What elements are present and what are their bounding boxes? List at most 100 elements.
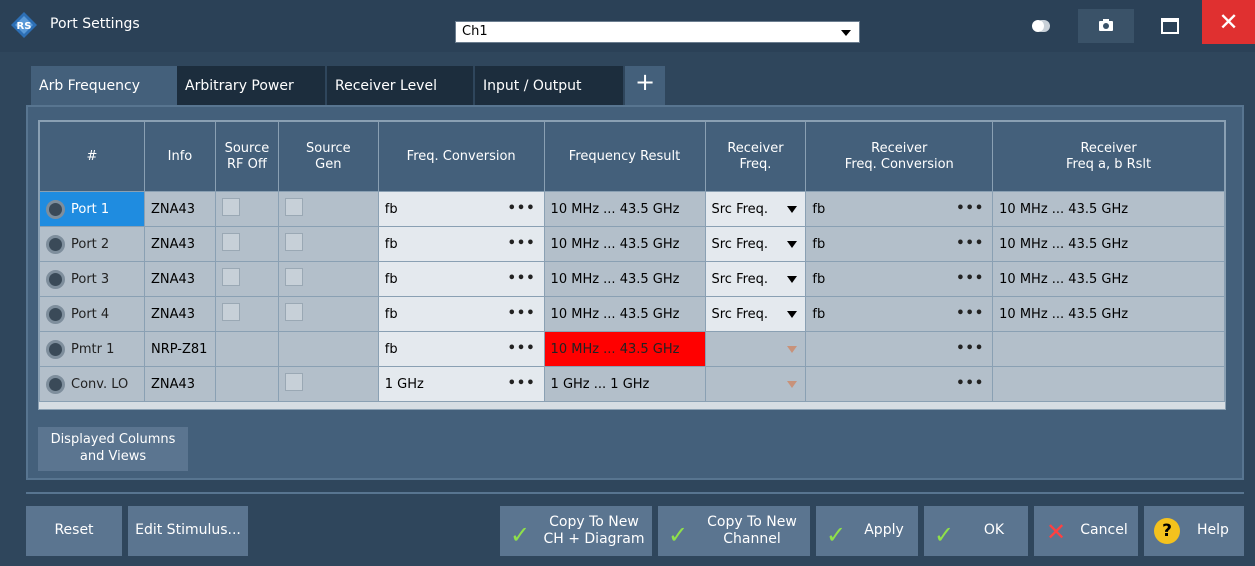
receiver-freq-conversion-cell[interactable]: fb ••• [805,296,994,332]
column-header-source-gen[interactable]: Source Gen [277,121,379,192]
port-indicator-icon [46,374,65,394]
table-row[interactable]: Pmtr 1 NRP-Z81 fb ••• 10 MHz ... 43.5 GHz… [39,331,1225,367]
more-icon[interactable]: ••• [508,271,536,286]
freq-conversion-cell[interactable]: 1 GHz ••• [377,366,545,402]
source-rf-off-checkbox[interactable] [221,268,240,286]
more-icon[interactable]: ••• [956,306,984,321]
title-bar: RS Port Settings Ch1 ✕ [0,0,1255,52]
cancel-button[interactable]: ✕ Cancel [1034,506,1138,556]
add-tab-button[interactable]: + [625,66,665,106]
source-rf-off-cell[interactable] [214,191,279,227]
port-name: Port 2 [71,236,110,252]
more-icon[interactable]: ••• [956,201,984,216]
source-rf-off-cell [214,331,279,367]
source-gen-cell[interactable] [277,261,379,297]
more-icon[interactable]: ••• [508,236,536,251]
column-header-freq-conversion[interactable]: Freq. Conversion [377,121,545,192]
source-gen-checkbox[interactable] [284,303,303,321]
receiver-freq-select[interactable]: Src Freq. [704,191,807,227]
more-icon[interactable]: ••• [508,376,536,391]
receiver-freq-conversion-cell[interactable]: fb ••• [805,226,994,262]
table-row[interactable]: Port 3 ZNA43 fb ••• 10 MHz ... 43.5 GHz S… [39,261,1225,297]
copy-to-new-ch-diagram-button[interactable]: ✓ Copy To New CH + Diagram [500,506,652,556]
column-header-source-rf-off[interactable]: Source RF Off [214,121,279,192]
column-header-receiver-freq-conversion[interactable]: Receiver Freq. Conversion [805,121,994,192]
row-header-cell[interactable]: Port 4 [39,296,145,332]
table-row[interactable]: Port 4 ZNA43 fb ••• 10 MHz ... 43.5 GHz S… [39,296,1225,332]
more-icon[interactable]: ••• [956,341,984,356]
freq-conversion-cell[interactable]: fb ••• [377,261,545,297]
port-name: Conv. LO [71,376,129,392]
receiver-freq-conversion-cell[interactable]: ••• [805,331,994,367]
row-header-cell[interactable]: Conv. LO [39,366,145,402]
displayed-columns-button[interactable]: Displayed Columns and Views [38,427,188,471]
close-icon: ✕ [1218,8,1239,36]
row-header-cell[interactable]: Pmtr 1 [39,331,145,367]
receiver-freq-select[interactable]: Src Freq. [704,261,807,297]
help-button[interactable]: ? Help [1144,506,1244,556]
more-icon[interactable]: ••• [508,201,536,216]
screenshot-button[interactable] [1078,9,1134,43]
reset-button[interactable]: Reset [26,506,122,556]
freq-conversion-cell[interactable]: fb ••• [377,296,545,332]
source-gen-cell[interactable] [277,366,379,402]
close-button[interactable]: ✕ [1202,0,1255,44]
row-header-cell[interactable]: Port 3 [39,261,145,297]
row-header-cell[interactable]: Port 2 [39,226,145,262]
source-rf-off-cell[interactable] [214,296,279,332]
ok-button[interactable]: ✓ OK [924,506,1028,556]
more-icon[interactable]: ••• [956,376,984,391]
apply-button[interactable]: ✓ Apply [816,506,918,556]
checkmark-icon: ✓ [826,521,847,549]
more-icon[interactable]: ••• [956,271,984,286]
more-icon[interactable]: ••• [508,306,536,321]
source-rf-off-checkbox[interactable] [221,198,240,216]
source-rf-off-cell[interactable] [214,261,279,297]
column-header-info[interactable]: Info [143,121,216,192]
info-cell: ZNA43 [143,191,216,227]
more-icon[interactable]: ••• [956,236,984,251]
tab-input-output[interactable]: Input / Output [475,66,623,106]
tab-receiver-level[interactable]: Receiver Level [327,66,473,106]
source-gen-checkbox[interactable] [284,268,303,286]
toggle-switch[interactable] [1028,9,1064,43]
table-row[interactable]: Port 1 ZNA43 fb ••• 10 MHz ... 43.5 GHz S… [39,191,1225,227]
port-name: Port 4 [71,306,110,322]
source-gen-checkbox[interactable] [284,198,303,216]
more-icon[interactable]: ••• [508,341,536,356]
source-gen-cell[interactable] [277,296,379,332]
source-rf-off-checkbox[interactable] [221,303,240,321]
maximize-button[interactable] [1142,9,1198,43]
source-rf-off-checkbox[interactable] [221,233,240,251]
frequency-result-cell: 10 MHz ... 43.5 GHz [543,261,706,297]
receiver-freq-value: Src Freq. [711,201,769,217]
table-row[interactable]: Port 2 ZNA43 fb ••• 10 MHz ... 43.5 GHz S… [39,226,1225,262]
column-header-frequency-result[interactable]: Frequency Result [543,121,706,192]
receiver-freq-conversion-cell[interactable]: fb ••• [805,261,994,297]
column-header-receiver-freq[interactable]: Receiver Freq. [704,121,807,192]
source-gen-checkbox[interactable] [284,233,303,251]
source-gen-cell[interactable] [277,226,379,262]
source-gen-cell[interactable] [277,191,379,227]
edit-stimulus-button[interactable]: Edit Stimulus... [128,506,248,556]
freq-conversion-cell[interactable]: fb ••• [377,331,545,367]
channel-select[interactable]: Ch1 [455,21,860,43]
tab-arbitrary-power[interactable]: Arbitrary Power [177,66,325,106]
tab-arb-frequency[interactable]: Arb Frequency [31,66,177,106]
column-header-receiver-freq-ab-rslt[interactable]: Receiver Freq a, b Rslt [992,121,1225,192]
ok-button-label: OK [983,522,1005,538]
receiver-freq-conversion-cell[interactable]: fb ••• [805,191,994,227]
source-gen-checkbox[interactable] [284,373,303,391]
freq-conversion-cell[interactable]: fb ••• [377,191,545,227]
column-header-number[interactable]: # [39,121,145,192]
table-row[interactable]: Conv. LO ZNA43 1 GHz ••• 1 GHz ... 1 GHz … [39,366,1225,402]
freq-conversion-cell[interactable]: fb ••• [377,226,545,262]
receiver-freq-conversion-cell[interactable]: ••• [805,366,994,402]
source-rf-off-cell[interactable] [214,226,279,262]
receiver-freq-select[interactable]: Src Freq. [704,226,807,262]
receiver-freq-select[interactable]: Src Freq. [704,296,807,332]
info-cell: NRP-Z81 [143,331,216,367]
port-table-frame: # Info Source RF Off Source Gen Freq. Co… [38,120,1226,410]
copy-to-new-channel-button[interactable]: ✓ Copy To New Channel [658,506,810,556]
row-header-cell[interactable]: Port 1 [39,191,145,227]
